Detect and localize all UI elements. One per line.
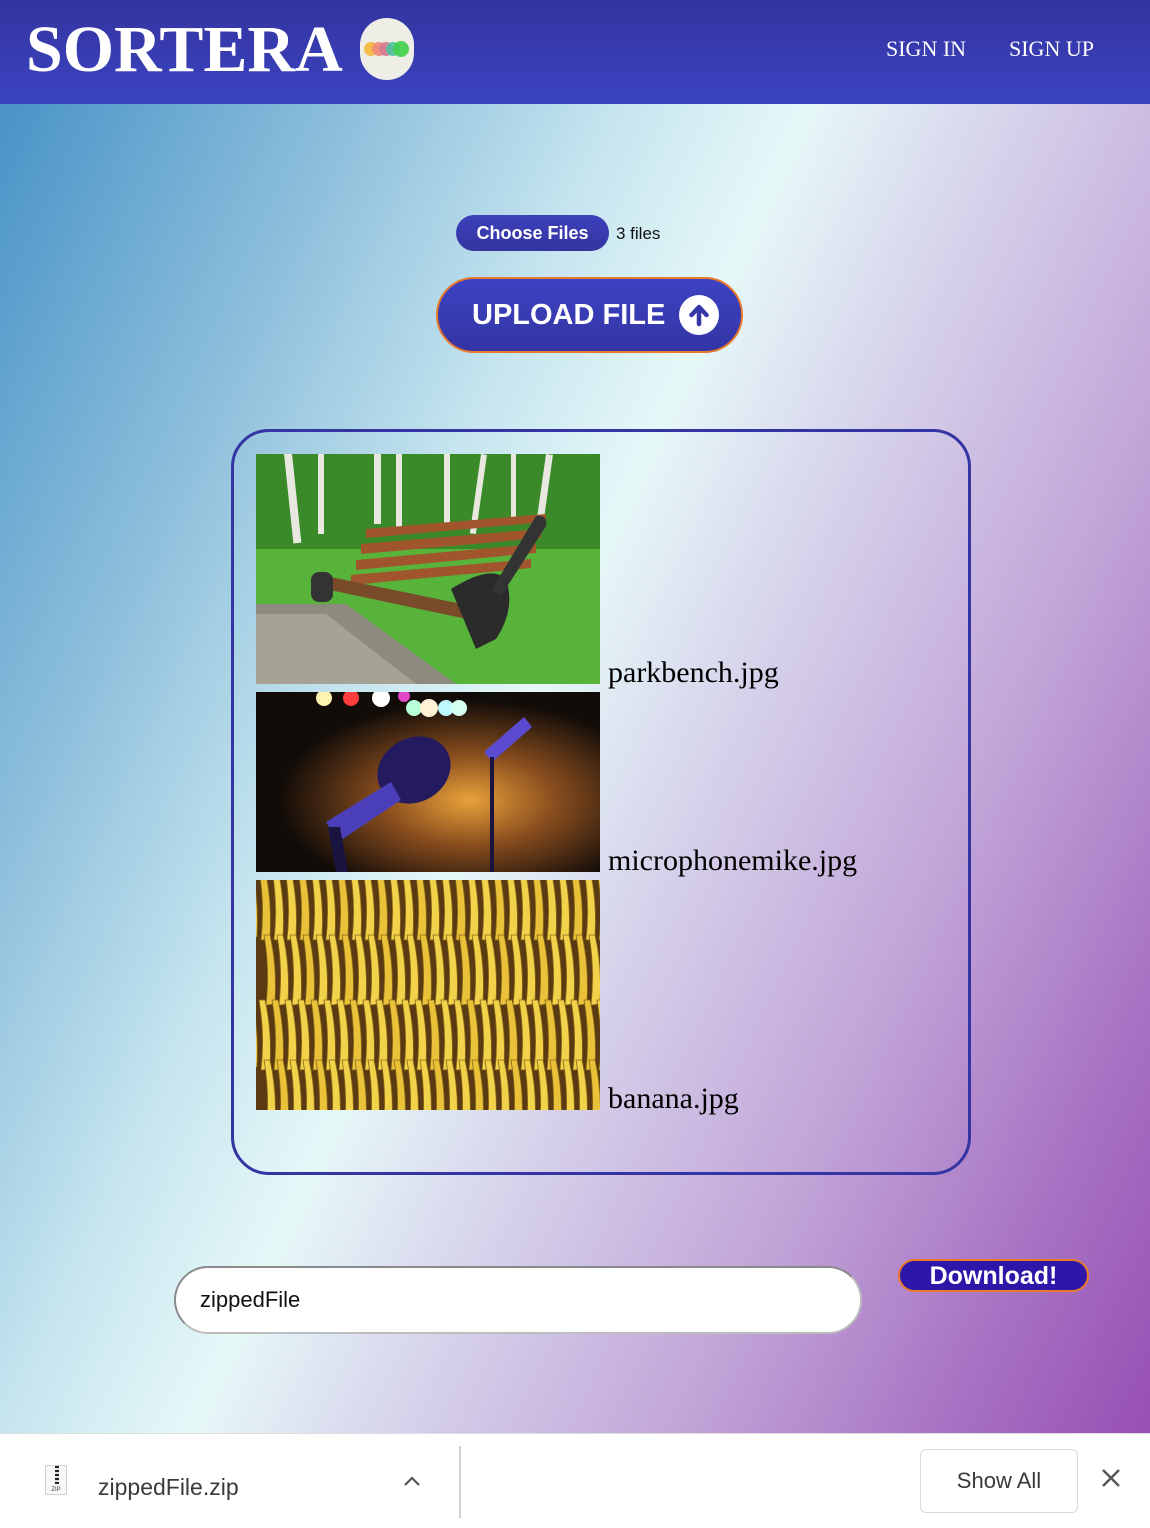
navbar: SORTERA SIGN IN SIGN UP <box>0 0 1150 104</box>
zip-file-icon-label: ZIP <box>51 1487 61 1493</box>
sign-up-link[interactable]: SIGN UP <box>1009 36 1094 62</box>
gallery-item: parkbench.jpg <box>256 454 779 688</box>
gallery-item: microphonemike.jpg <box>256 692 857 876</box>
logo-icon[interactable] <box>360 18 414 80</box>
arrow-up-circle-icon <box>679 295 720 335</box>
files-selected-status: 3 files <box>616 224 661 243</box>
parkbench-thumbnail <box>256 454 600 684</box>
uploaded-files-gallery: parkbench.jpg microphonemike.jpg banana.… <box>231 429 971 1175</box>
browser-download-bar: ZIP zippedFile.zip Show All <box>0 1433 1150 1528</box>
zip-filename-input[interactable] <box>174 1266 862 1334</box>
file-name: banana.jpg <box>608 1082 739 1115</box>
downloaded-file-name[interactable]: zippedFile.zip <box>98 1474 239 1501</box>
file-name: microphonemike.jpg <box>608 844 858 877</box>
gallery-item: banana.jpg <box>256 880 739 1114</box>
chevron-up-icon[interactable] <box>402 1468 422 1494</box>
brand-logo-text[interactable]: SORTERA <box>26 10 343 90</box>
sign-in-link[interactable]: SIGN IN <box>886 36 966 62</box>
show-all-button[interactable]: Show All <box>920 1449 1078 1513</box>
zip-file-icon: ZIP <box>45 1465 67 1495</box>
download-button[interactable]: Download! <box>898 1259 1089 1292</box>
close-icon[interactable] <box>1100 1464 1122 1496</box>
choose-files-button[interactable]: Choose Files <box>456 215 609 251</box>
divider <box>459 1446 461 1518</box>
upload-file-button[interactable]: UPLOAD FILE <box>436 277 743 353</box>
banana-thumbnail <box>256 880 600 1110</box>
logo-dot <box>393 41 409 57</box>
file-name: parkbench.jpg <box>608 656 779 689</box>
upload-button-label: UPLOAD FILE <box>472 298 666 331</box>
microphone-thumbnail <box>256 692 600 872</box>
